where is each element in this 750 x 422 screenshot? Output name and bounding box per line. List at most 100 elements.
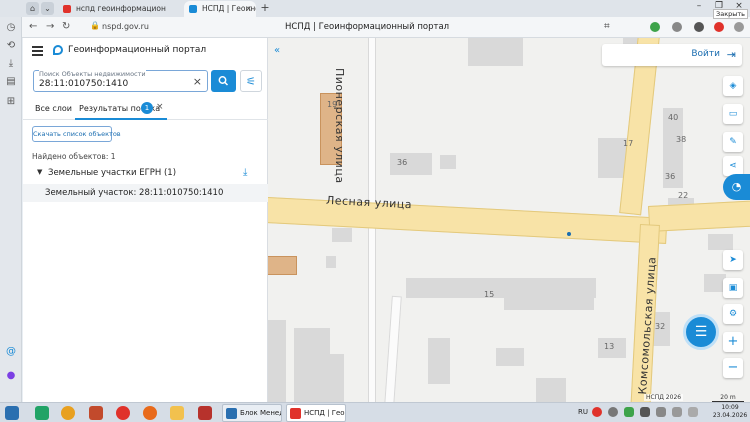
search-input[interactable] bbox=[39, 79, 184, 89]
draw-tool-button[interactable]: ✎ bbox=[723, 132, 743, 152]
download-icon[interactable] bbox=[734, 22, 744, 32]
close-tooltip: Закрыть bbox=[713, 9, 748, 19]
bookmark-icon[interactable]: ⌗ bbox=[604, 21, 610, 32]
new-tab-button[interactable]: + bbox=[259, 2, 271, 14]
extension-icon[interactable] bbox=[672, 22, 682, 32]
download-icon[interactable]: ⤓ bbox=[243, 167, 247, 178]
ruler-tool-button[interactable]: ▭ bbox=[723, 104, 743, 124]
yandex-browser-icon[interactable] bbox=[116, 406, 130, 420]
hamburger-menu-icon[interactable] bbox=[32, 46, 43, 56]
app-icon[interactable] bbox=[89, 406, 103, 420]
tab-all-layers[interactable]: Все слои bbox=[35, 104, 72, 113]
forward-arrow-icon[interactable]: → bbox=[46, 21, 54, 32]
close-results-icon[interactable]: × bbox=[156, 102, 164, 112]
back-arrow-icon[interactable]: ← bbox=[29, 21, 37, 32]
language-indicator[interactable]: RU bbox=[578, 408, 588, 416]
alice-icon[interactable]: ● bbox=[5, 370, 17, 382]
profile-icon[interactable] bbox=[714, 22, 724, 32]
taskbar-app-label: Блок Менеджм... bbox=[240, 409, 282, 417]
history-icon[interactable]: ⟲ bbox=[5, 40, 17, 52]
house-number: 40 bbox=[668, 113, 679, 122]
map-canvas[interactable]: Пионерская улица Лесная улица Комсомольс… bbox=[268, 38, 750, 402]
settings-tool-button[interactable]: ⚙ bbox=[723, 304, 743, 324]
layers-tool-button[interactable]: ◈ bbox=[723, 76, 743, 96]
share-tool-button[interactable]: ⋖ bbox=[723, 156, 743, 176]
result-group-header[interactable]: ▼ Земельные участки ЕГРН (1) ⤓ bbox=[23, 167, 268, 181]
taskbar-app-browser[interactable]: НСПД | Геоин... bbox=[286, 404, 346, 422]
yandex-favicon-icon bbox=[63, 5, 71, 13]
search-field[interactable]: Поиск Объекты недвижимости × bbox=[33, 70, 208, 92]
mail-icon[interactable]: @ bbox=[5, 346, 17, 358]
excel-icon[interactable] bbox=[35, 406, 49, 420]
login-button[interactable]: Войти ⇥ bbox=[602, 44, 742, 66]
building[interactable] bbox=[326, 256, 336, 268]
pdf-reader-icon[interactable] bbox=[198, 406, 212, 420]
building[interactable] bbox=[496, 348, 524, 366]
page-title: НСПД | Геоинформационный портал bbox=[285, 22, 450, 32]
download-list-button[interactable]: Скачать список объектов bbox=[32, 126, 121, 142]
tab-menu-icon[interactable]: ⌂ bbox=[26, 2, 39, 15]
chrome-icon[interactable] bbox=[61, 406, 75, 420]
map-scale: 20 m bbox=[712, 394, 744, 402]
geolocation-button[interactable]: ➤ bbox=[723, 250, 743, 270]
building[interactable] bbox=[708, 234, 733, 250]
menu-icon[interactable] bbox=[694, 22, 704, 32]
print-tool-button[interactable]: ▣ bbox=[723, 278, 743, 298]
building[interactable] bbox=[440, 155, 456, 169]
zoom-in-button[interactable]: + bbox=[723, 332, 743, 352]
active-tab-indicator bbox=[75, 118, 167, 120]
building[interactable] bbox=[332, 228, 352, 242]
house-number: 22 bbox=[678, 191, 689, 200]
results-count-badge: 1 bbox=[141, 102, 153, 114]
building[interactable] bbox=[268, 320, 286, 402]
chat-assistant-button[interactable]: ☰ bbox=[683, 314, 719, 350]
collections-icon[interactable]: ▤ bbox=[5, 76, 17, 88]
building[interactable] bbox=[468, 38, 523, 66]
parcel-marker-icon[interactable] bbox=[567, 232, 571, 236]
tray-antivirus-icon[interactable] bbox=[624, 407, 634, 417]
search-icon bbox=[218, 76, 229, 86]
app-icon bbox=[226, 408, 237, 419]
result-list-item[interactable]: Земельный участок: 28:11:010750:1410 bbox=[23, 184, 268, 202]
reload-icon[interactable]: ↻ bbox=[62, 21, 70, 32]
tray-network-icon[interactable] bbox=[640, 407, 650, 417]
browser-tab-search[interactable]: нспд геоинформацион bbox=[58, 1, 182, 17]
taskbar-app-block[interactable]: Блок Менеджм... bbox=[222, 404, 282, 422]
os-taskbar: Блок Менеджм... НСПД | Геоин... RU 10:09… bbox=[0, 402, 750, 422]
browser-tab-label: нспд геоинформацион bbox=[76, 4, 166, 13]
road-lesnaya-east bbox=[648, 199, 750, 232]
tray-update-icon[interactable] bbox=[608, 407, 618, 417]
browser-tab-nspd[interactable]: НСПД | Геоинформацио × bbox=[184, 1, 256, 17]
building[interactable] bbox=[268, 256, 297, 275]
search-button[interactable] bbox=[211, 70, 236, 92]
file-explorer-icon[interactable] bbox=[170, 406, 184, 420]
tab-list-chevron-icon[interactable]: ⌄ bbox=[41, 2, 54, 15]
chat-icon: ☰ bbox=[694, 324, 708, 340]
firefox-icon[interactable] bbox=[143, 406, 157, 420]
clock-icon[interactable]: ◷ bbox=[5, 22, 17, 34]
local-road bbox=[384, 295, 402, 402]
tray-battery-icon[interactable] bbox=[672, 407, 682, 417]
house-number: 36 bbox=[397, 158, 408, 167]
apps-icon[interactable]: ⊞ bbox=[5, 96, 17, 108]
download-icon[interactable]: ⤓ bbox=[5, 58, 17, 70]
portal-logo-icon bbox=[53, 45, 63, 55]
tray-yandex-icon[interactable] bbox=[592, 407, 602, 417]
chevron-down-icon[interactable]: ▼ bbox=[37, 168, 42, 176]
building[interactable] bbox=[428, 338, 450, 384]
clear-search-icon[interactable]: × bbox=[193, 75, 202, 88]
system-clock[interactable]: 10:09 23.04.2026 bbox=[712, 404, 748, 420]
url-field[interactable]: 🔒 nspd.gov.ru bbox=[88, 20, 268, 35]
building[interactable] bbox=[504, 286, 594, 310]
side-chat-button[interactable]: ◔ bbox=[723, 174, 750, 200]
collapse-panel-button[interactable]: « bbox=[270, 44, 284, 58]
shield-icon[interactable] bbox=[650, 22, 660, 32]
start-menu-icon[interactable] bbox=[5, 406, 19, 420]
zoom-out-button[interactable]: − bbox=[723, 358, 743, 378]
building[interactable] bbox=[294, 328, 330, 402]
close-tab-icon[interactable]: × bbox=[245, 1, 252, 17]
filter-button[interactable]: ⚟ bbox=[240, 70, 262, 92]
minimize-window-button[interactable]: – bbox=[690, 1, 708, 11]
tray-keyboard-icon[interactable] bbox=[688, 407, 698, 417]
tray-volume-icon[interactable] bbox=[656, 407, 666, 417]
